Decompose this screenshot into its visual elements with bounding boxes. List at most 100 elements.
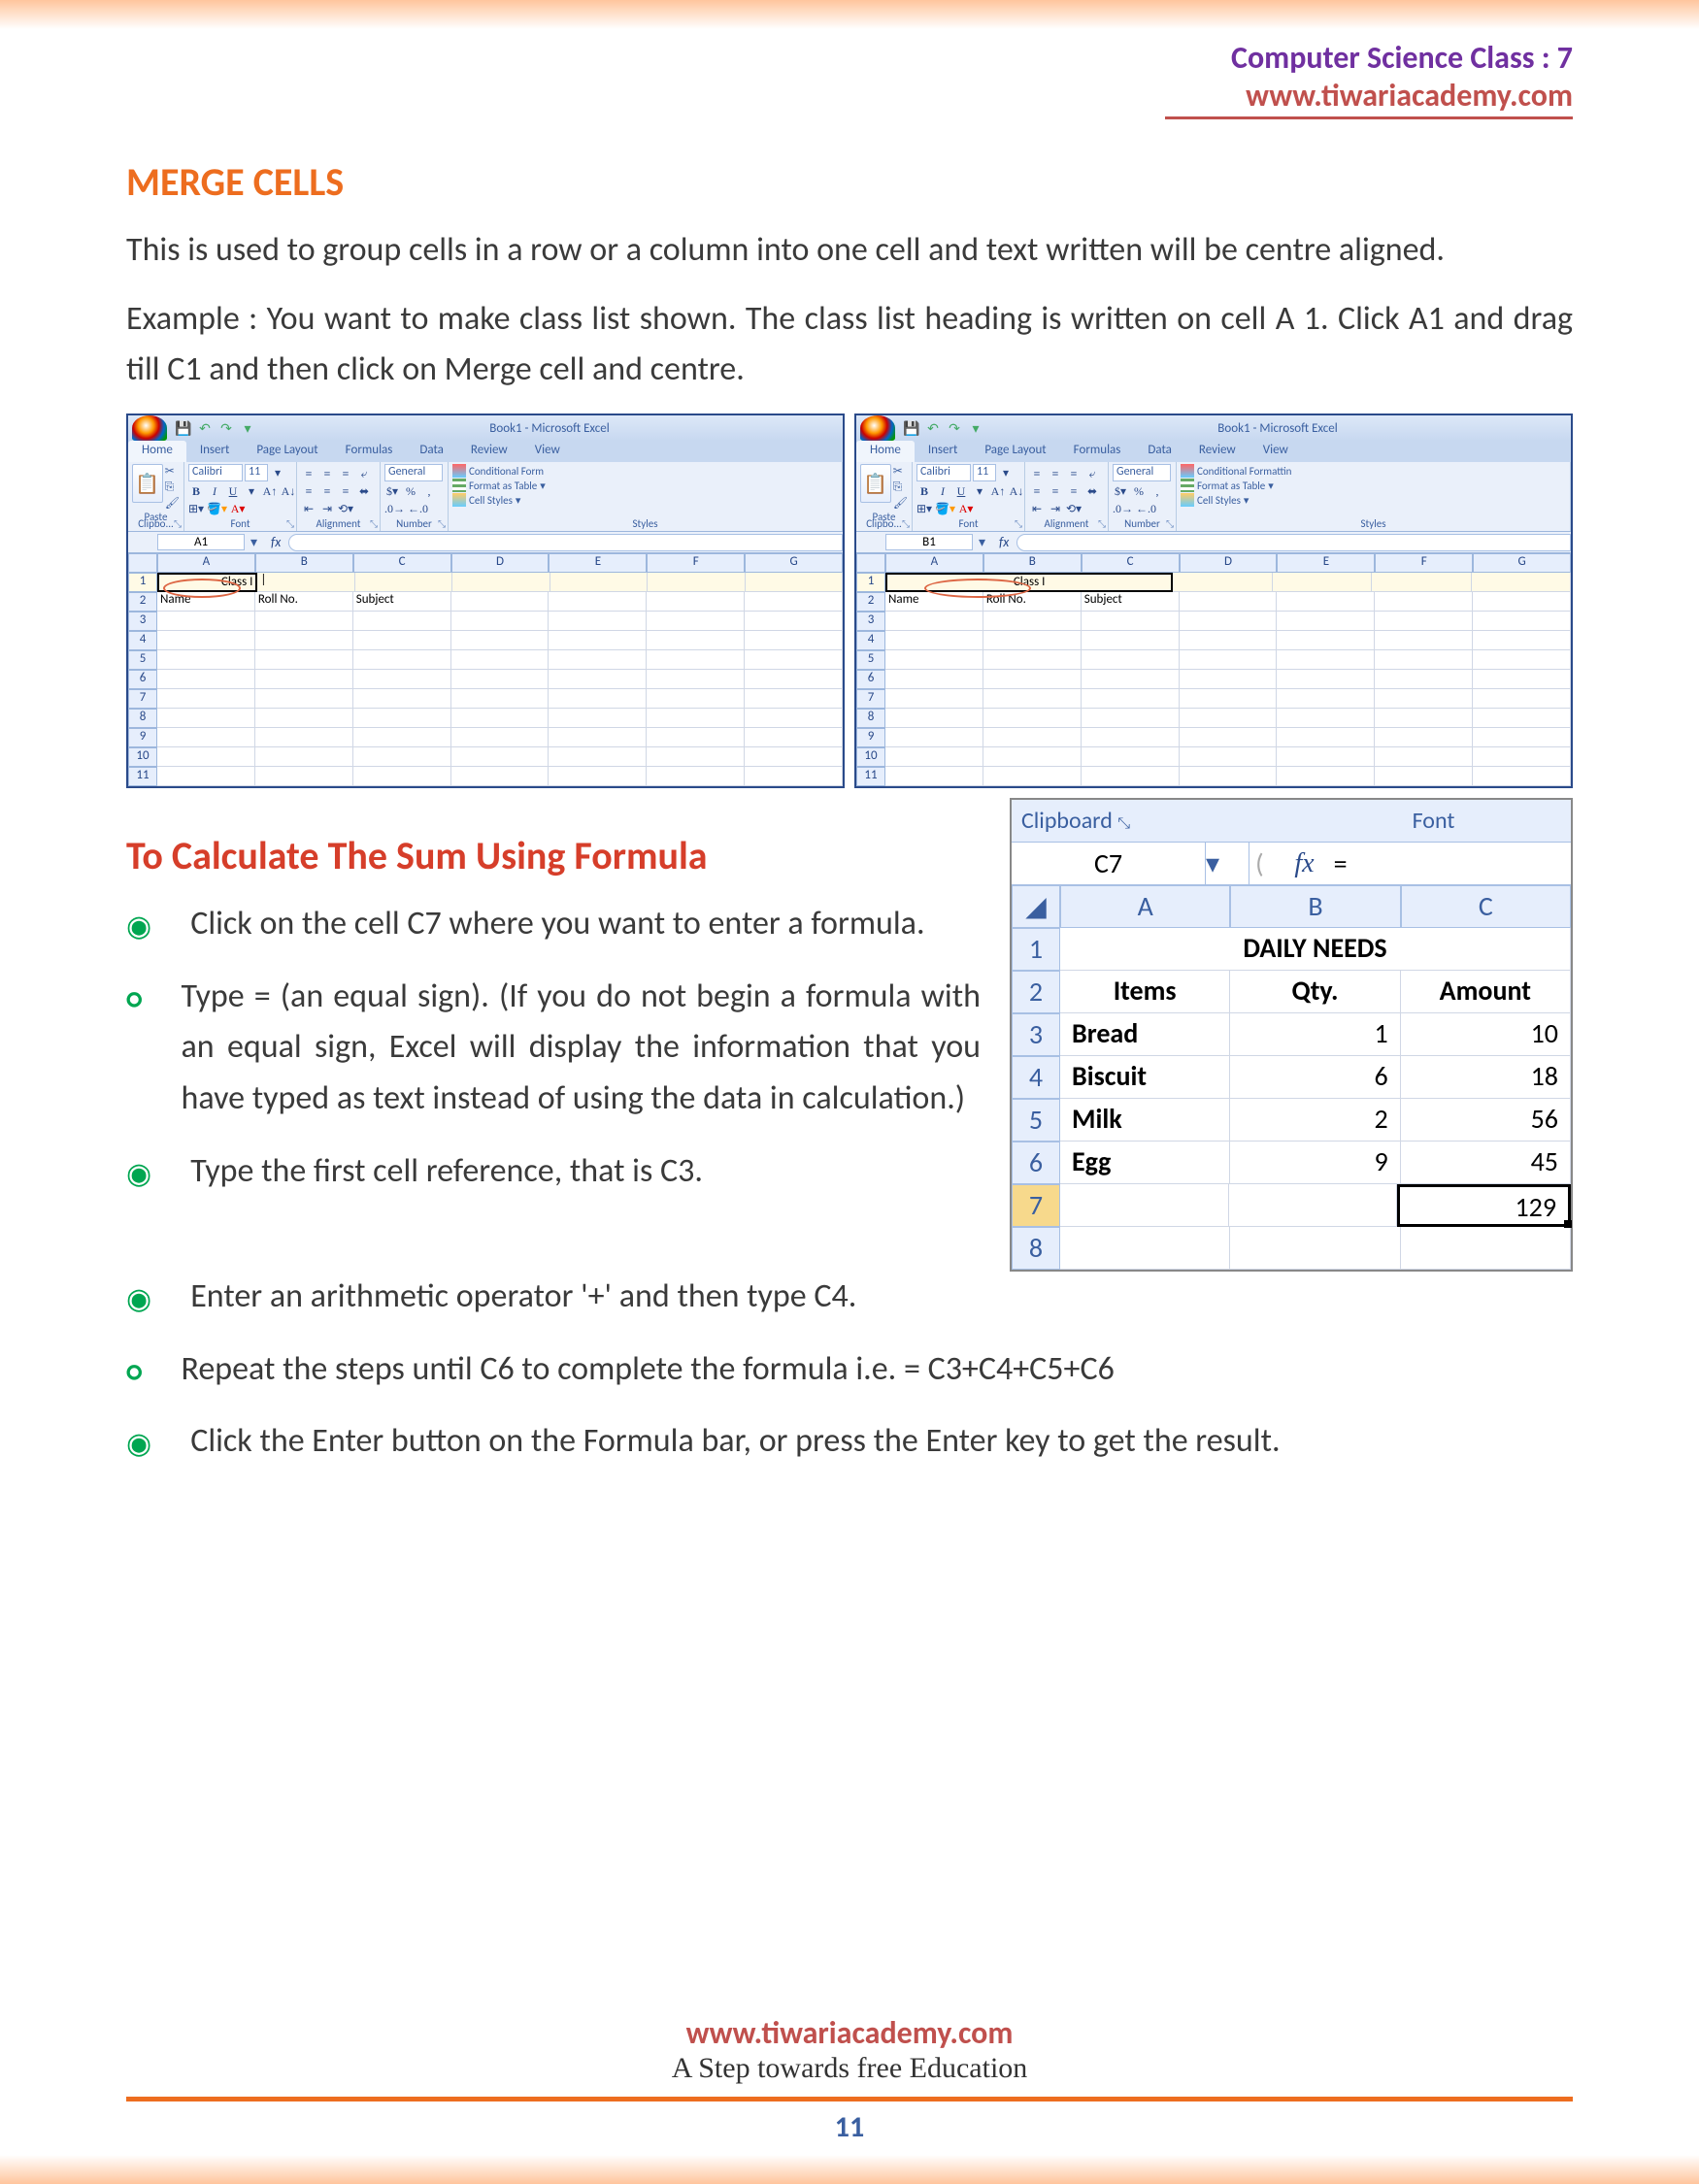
align-left-icon[interactable]: ≡: [1029, 483, 1045, 499]
row-header[interactable]: 7: [1012, 1184, 1060, 1227]
cell[interactable]: 56: [1401, 1099, 1571, 1142]
bold-button[interactable]: B: [188, 483, 204, 499]
percent-icon[interactable]: %: [1131, 483, 1147, 499]
align-center-icon[interactable]: ≡: [319, 483, 335, 499]
col-header[interactable]: F: [647, 553, 745, 573]
cell[interactable]: [549, 592, 647, 612]
col-header[interactable]: A: [1060, 885, 1230, 928]
row-header[interactable]: 5: [1012, 1099, 1060, 1142]
decrease-decimal-icon[interactable]: ←.0: [1136, 501, 1156, 516]
fx-icon[interactable]: fx: [1264, 848, 1322, 879]
cell[interactable]: 18: [1401, 1056, 1571, 1099]
col-header[interactable]: A: [885, 553, 983, 573]
cell[interactable]: 10: [1401, 1013, 1571, 1056]
tab-view[interactable]: View: [1249, 441, 1302, 462]
row-header[interactable]: 3: [856, 612, 885, 631]
title-cell[interactable]: DAILY NEEDS: [1060, 928, 1571, 971]
tab-review[interactable]: Review: [1185, 441, 1249, 462]
tab-home[interactable]: Home: [856, 441, 915, 462]
row-header[interactable]: 6: [128, 670, 157, 689]
cell[interactable]: [451, 592, 550, 612]
dialog-launcher-icon[interactable]: ⤡: [902, 517, 910, 530]
row-header[interactable]: 1: [856, 573, 885, 592]
italic-button[interactable]: I: [207, 483, 222, 499]
tab-page-layout[interactable]: Page Layout: [243, 441, 331, 462]
dialog-launcher-icon[interactable]: ⤡: [438, 517, 446, 530]
col-header[interactable]: D: [1180, 553, 1278, 573]
dialog-launcher-icon[interactable]: ⤡: [1166, 517, 1174, 530]
dialog-launcher-icon[interactable]: ⤡: [286, 517, 294, 530]
dropdown-icon[interactable]: ▾: [244, 483, 259, 499]
cell[interactable]: Class I: [157, 573, 257, 592]
merged-cell[interactable]: Class I: [885, 573, 1173, 592]
grow-font-icon[interactable]: A↑: [262, 483, 278, 499]
cell[interactable]: [355, 573, 452, 592]
cut-icon[interactable]: ✂: [165, 464, 180, 479]
underline-button[interactable]: U: [953, 483, 969, 499]
wrap-text-icon[interactable]: ⤶: [356, 466, 372, 481]
underline-button[interactable]: U: [225, 483, 241, 499]
cell[interactable]: 45: [1401, 1142, 1571, 1184]
currency-icon[interactable]: $▾: [1113, 483, 1128, 499]
col-header[interactable]: B: [1230, 885, 1400, 928]
cell[interactable]: 6: [1230, 1056, 1400, 1099]
cell[interactable]: [647, 592, 745, 612]
col-header[interactable]: C: [353, 553, 451, 573]
cell[interactable]: Milk: [1060, 1099, 1230, 1142]
dropdown-icon[interactable]: ▾: [998, 465, 1014, 480]
dialog-launcher-icon[interactable]: ⤡: [370, 517, 378, 530]
col-header[interactable]: E: [549, 553, 647, 573]
row-header[interactable]: 1: [128, 573, 157, 592]
cell[interactable]: [550, 573, 648, 592]
font-color-icon[interactable]: A▾: [230, 501, 246, 516]
formula-bar[interactable]: [1016, 534, 1571, 551]
row-header[interactable]: 3: [1012, 1013, 1060, 1056]
copy-icon[interactable]: ⎘: [165, 480, 180, 494]
tab-data[interactable]: Data: [406, 441, 457, 462]
cell[interactable]: [452, 573, 550, 592]
tab-insert[interactable]: Insert: [186, 441, 244, 462]
currency-icon[interactable]: $▾: [384, 483, 400, 499]
quick-access-toolbar[interactable]: 💾↶↷▾: [903, 419, 984, 437]
copy-icon[interactable]: ⎘: [893, 480, 908, 494]
align-middle-icon[interactable]: ≡: [1048, 466, 1063, 481]
row-header[interactable]: 4: [1012, 1056, 1060, 1099]
font-name-combo[interactable]: Calibri: [916, 464, 971, 481]
name-box[interactable]: B1: [885, 534, 973, 550]
format-as-table-button[interactable]: Format as Table ▾: [452, 479, 838, 492]
comma-icon[interactable]: ,: [421, 483, 437, 499]
font-size-combo[interactable]: 11: [245, 464, 268, 481]
worksheet-grid[interactable]: ABCDEFG 1Class I| 2NameRoll No.Subject 3…: [128, 553, 843, 786]
dialog-launcher-icon[interactable]: ⤡: [1015, 517, 1022, 530]
align-middle-icon[interactable]: ≡: [319, 466, 335, 481]
orientation-icon[interactable]: ⟲▾: [1066, 501, 1082, 516]
align-bottom-icon[interactable]: ≡: [1066, 466, 1082, 481]
row-header[interactable]: 10: [856, 747, 885, 767]
grow-font-icon[interactable]: A↑: [990, 483, 1006, 499]
name-box[interactable]: A1: [157, 534, 245, 550]
align-top-icon[interactable]: ≡: [1029, 466, 1045, 481]
cell[interactable]: |: [257, 573, 354, 592]
italic-button[interactable]: I: [935, 483, 950, 499]
tab-data[interactable]: Data: [1134, 441, 1185, 462]
row-header[interactable]: 1: [1012, 928, 1060, 971]
font-size-combo[interactable]: 11: [973, 464, 996, 481]
row-header[interactable]: 5: [128, 650, 157, 670]
col-header[interactable]: B: [983, 553, 1082, 573]
align-bottom-icon[interactable]: ≡: [338, 466, 353, 481]
row-header[interactable]: 6: [1012, 1142, 1060, 1184]
align-right-icon[interactable]: ≡: [1066, 483, 1082, 499]
row-header[interactable]: 4: [128, 631, 157, 650]
cell[interactable]: [648, 573, 745, 592]
row-header[interactable]: 9: [856, 728, 885, 747]
col-header[interactable]: A: [157, 553, 255, 573]
col-header[interactable]: G: [1473, 553, 1571, 573]
conditional-formatting-button[interactable]: Conditional Form: [452, 464, 838, 478]
number-format-combo[interactable]: General: [384, 464, 443, 481]
row-header[interactable]: 2: [128, 592, 157, 612]
redo-icon[interactable]: ↷: [946, 419, 963, 437]
increase-decimal-icon[interactable]: .0→: [384, 501, 405, 516]
paste-button[interactable]: 📋: [860, 464, 891, 503]
tab-review[interactable]: Review: [457, 441, 521, 462]
select-all-corner[interactable]: [128, 553, 157, 573]
